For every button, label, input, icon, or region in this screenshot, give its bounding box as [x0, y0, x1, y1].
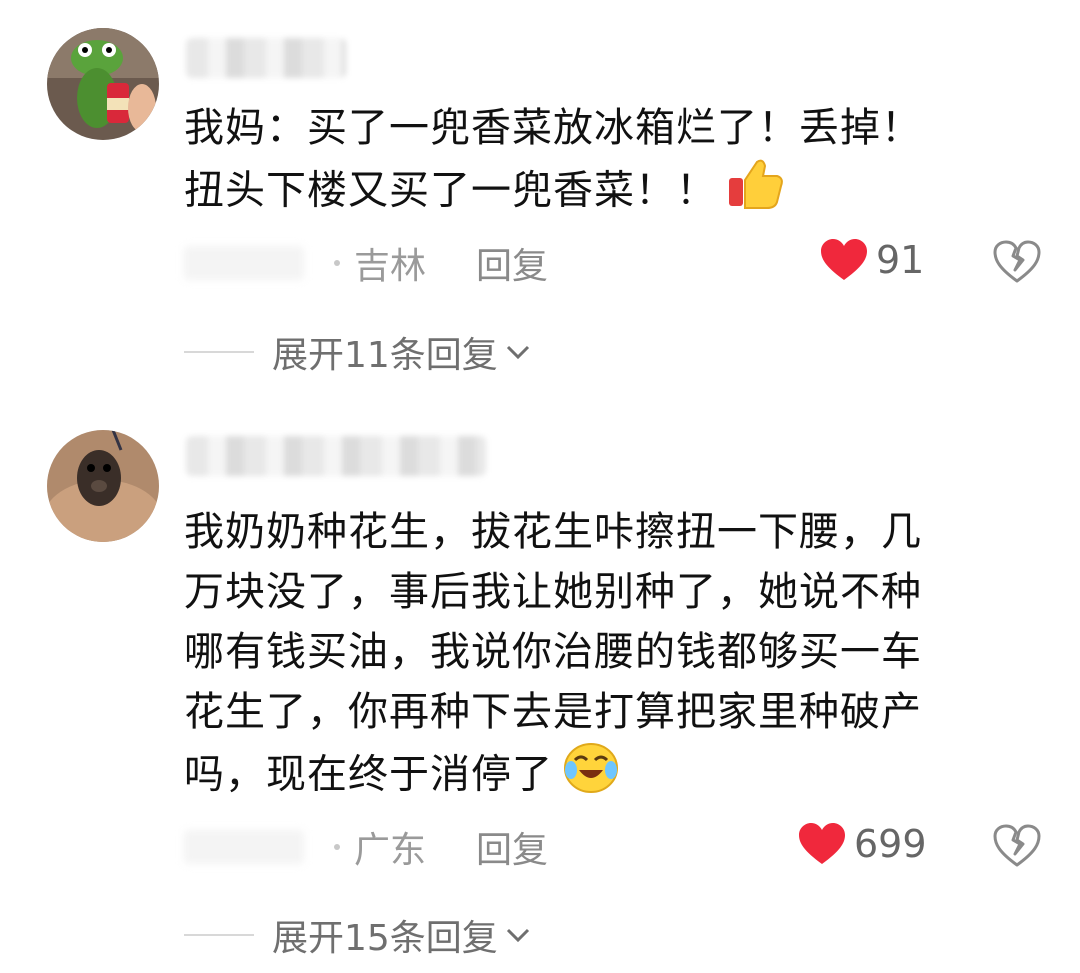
- heart-icon: [821, 239, 867, 280]
- location-label: 广东: [354, 830, 427, 871]
- comment-line: 扭头下楼又买了一兜香菜！！: [184, 158, 1034, 227]
- chevron-down-icon: [506, 345, 529, 360]
- timestamp-blurred: [184, 246, 304, 280]
- avatar[interactable]: [47, 28, 159, 140]
- dislike-button[interactable]: [993, 240, 1041, 288]
- username-blurred[interactable]: [186, 436, 486, 476]
- laugh-cry-icon: [563, 742, 619, 811]
- comment-line: 花生了，你再种下去是打算把家里种破产: [184, 689, 922, 735]
- expand-replies-button[interactable]: 展开15条回复: [184, 910, 532, 960]
- comment-line: 我妈：买了一兜香菜放冰箱烂了！丢掉！: [184, 105, 922, 151]
- comment-2: 我奶奶种花生，拔花生咔擦扭一下腰，几 万块没了，事后我让她别种了，她说不种 哪有…: [0, 400, 1080, 973]
- chevron-down-icon: [506, 928, 529, 943]
- timestamp-blurred: [184, 830, 304, 864]
- comment-meta: 吉林 回复: [184, 238, 548, 288]
- comment-line: 吗，现在终于消停了: [184, 742, 1034, 811]
- reply-button[interactable]: 回复: [476, 821, 548, 873]
- broken-heart-icon: [993, 824, 1041, 867]
- like-button[interactable]: 699: [798, 822, 927, 866]
- comment-meta: 广东 回复: [184, 822, 548, 872]
- divider-line: [184, 351, 254, 353]
- comment-text: 我奶奶种花生，拔花生咔擦扭一下腰，几 万块没了，事后我让她别种了，她说不种 哪有…: [184, 502, 1034, 811]
- broken-heart-icon: [993, 240, 1041, 283]
- expand-replies-button[interactable]: 展开11条回复: [184, 327, 532, 377]
- separator-dot: [334, 260, 340, 266]
- username-blurred[interactable]: [186, 38, 346, 78]
- location-label: 吉林: [354, 246, 427, 287]
- thumbs-up-icon: [727, 158, 785, 227]
- expand-replies-label: 展开11条回复: [272, 335, 498, 376]
- divider-line: [184, 934, 254, 936]
- comment-1: 我妈：买了一兜香菜放冰箱烂了！丢掉！ 扭头下楼又买了一兜香菜！！ 吉林 回复 9…: [0, 0, 1080, 400]
- like-count: 699: [854, 822, 927, 866]
- expand-replies-label: 展开15条回复: [272, 918, 498, 959]
- avatar[interactable]: [47, 430, 159, 542]
- dislike-button[interactable]: [993, 824, 1041, 872]
- like-button[interactable]: 91: [820, 238, 924, 282]
- comment-line: 哪有钱买油，我说你治腰的钱都够买一车: [184, 629, 922, 675]
- like-count: 91: [876, 238, 925, 282]
- comment-line: 万块没了，事后我让她别种了，她说不种: [184, 569, 922, 615]
- heart-icon: [799, 823, 845, 864]
- comment-line: 我奶奶种花生，拔花生咔擦扭一下腰，几: [184, 509, 922, 555]
- reply-button[interactable]: 回复: [476, 237, 548, 289]
- comment-text: 我妈：买了一兜香菜放冰箱烂了！丢掉！ 扭头下楼又买了一兜香菜！！: [184, 98, 1034, 227]
- separator-dot: [334, 844, 340, 850]
